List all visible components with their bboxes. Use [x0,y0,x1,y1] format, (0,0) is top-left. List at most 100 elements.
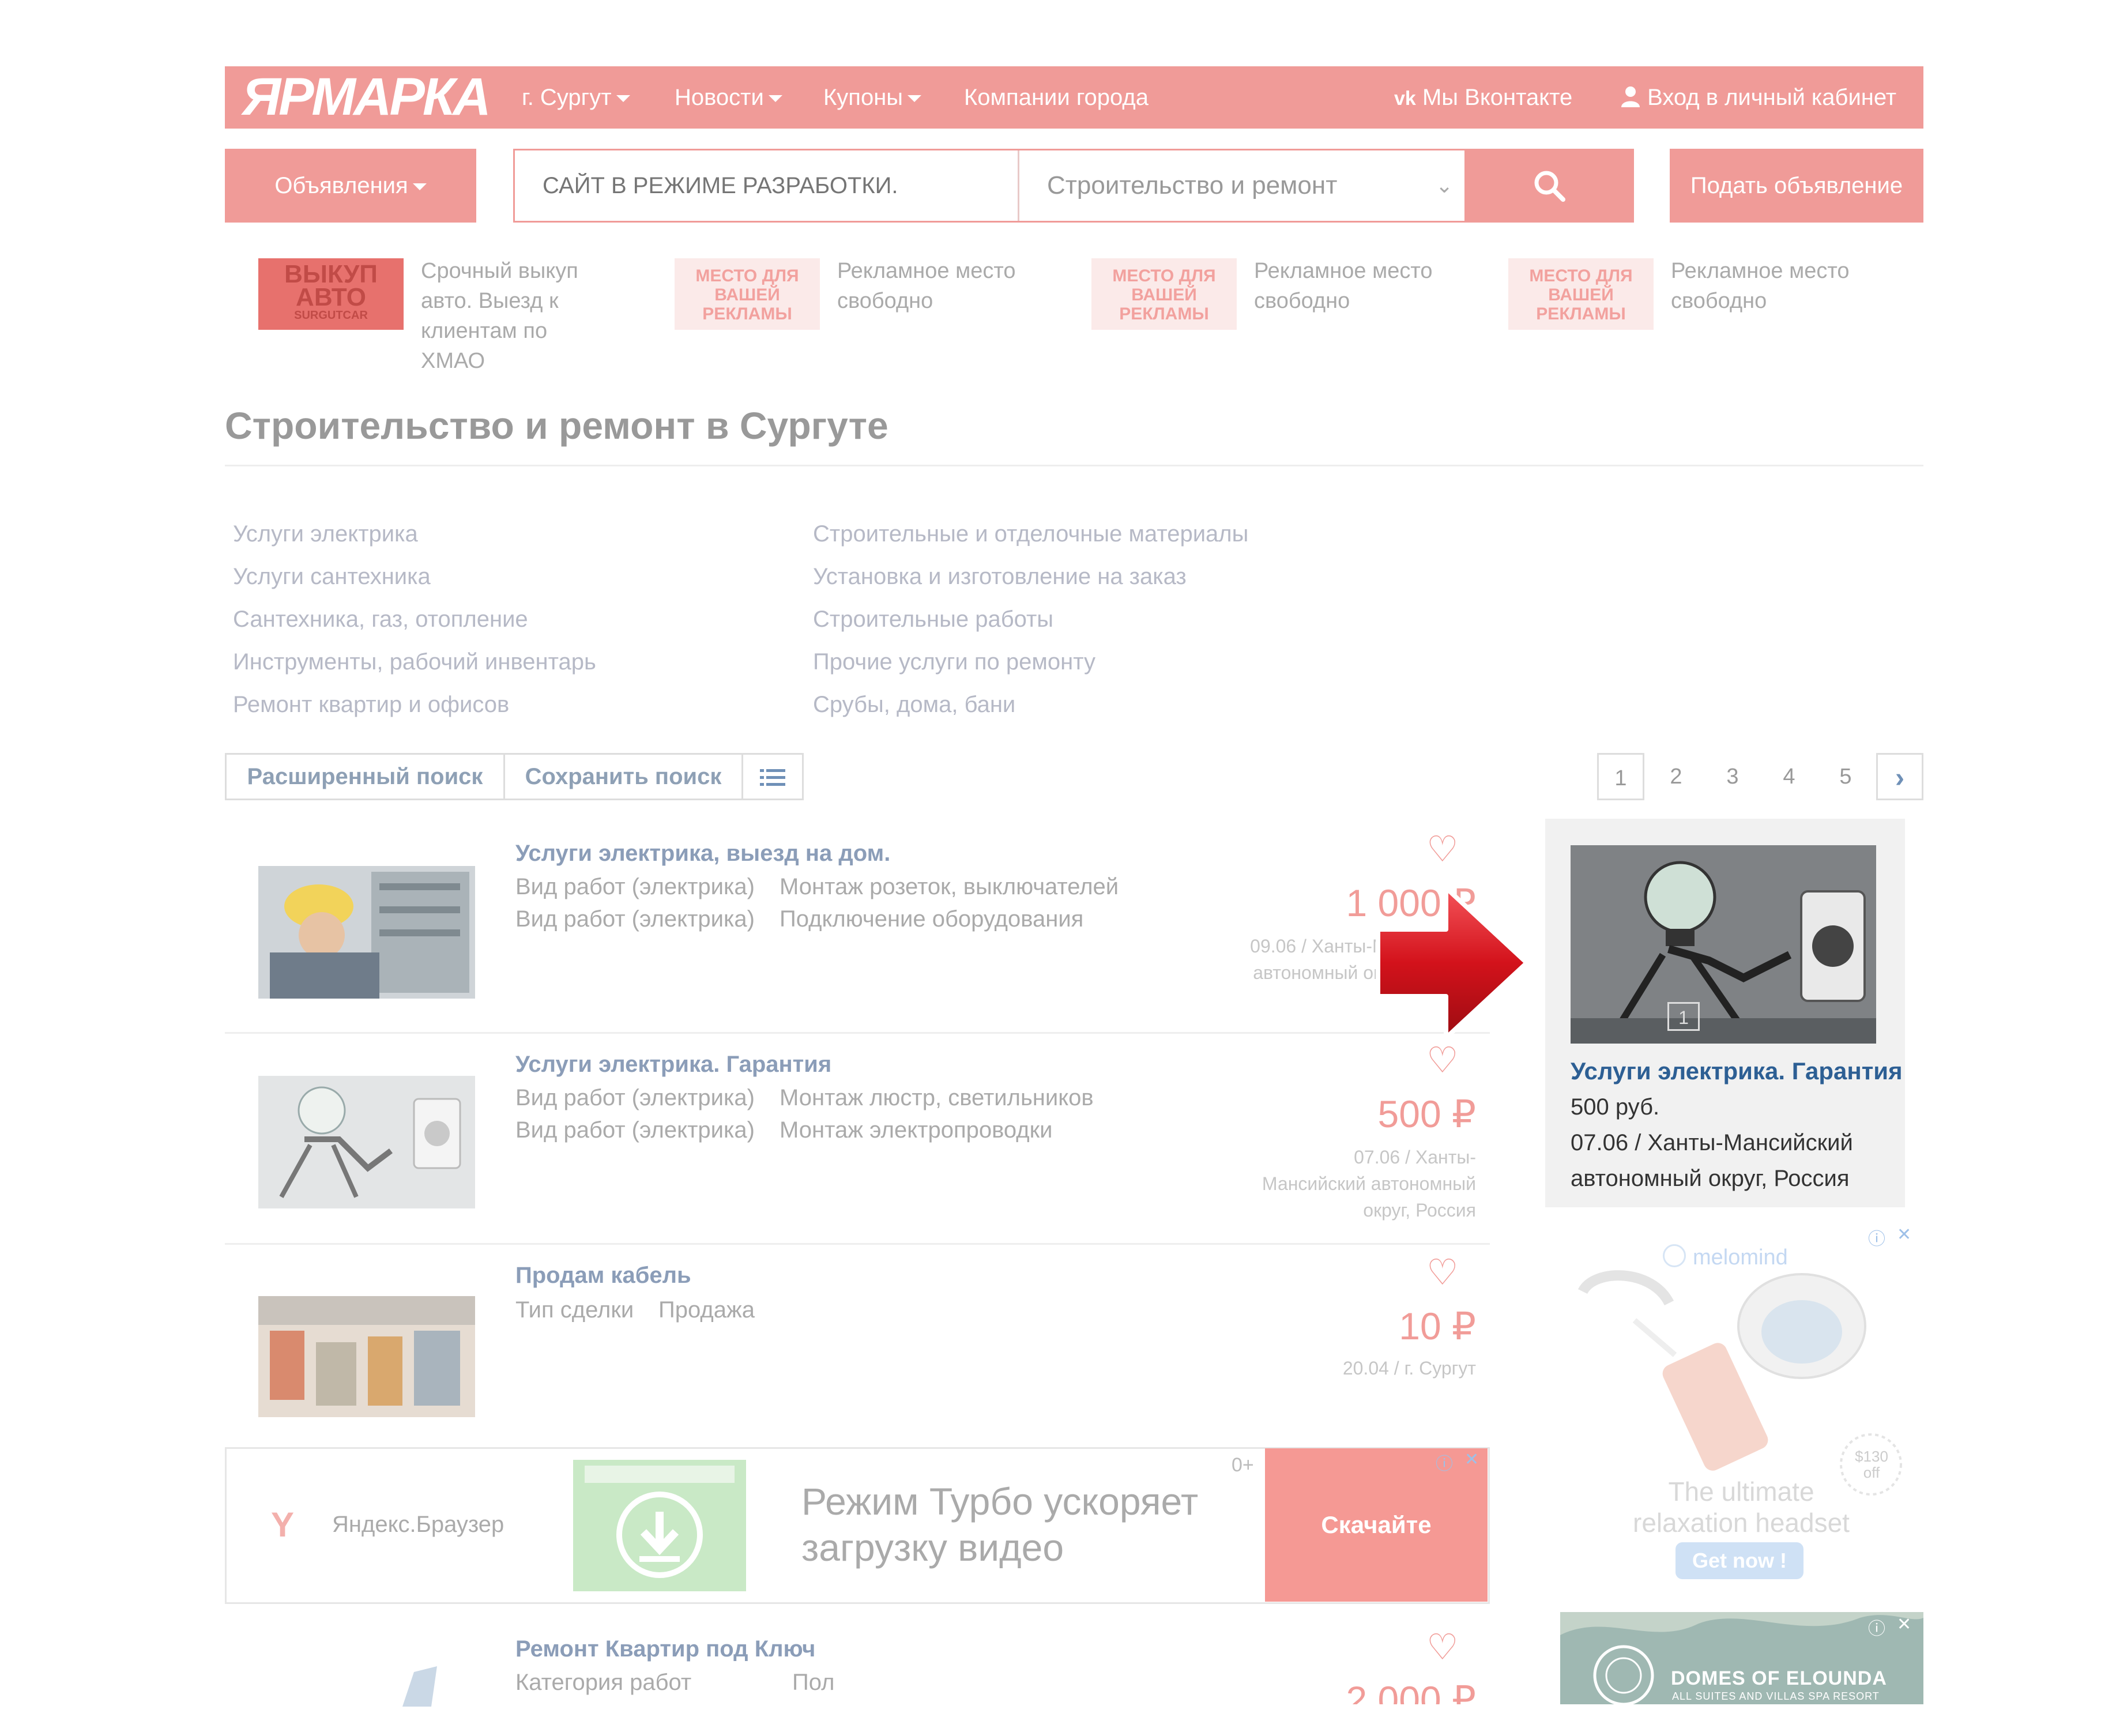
listing-photo[interactable] [258,1076,475,1211]
page-3-button[interactable]: 3 [1709,753,1756,800]
listing-attr-key: Вид работ (электрика) [515,1117,755,1143]
red-arrow-icon [1376,886,1529,1040]
listing-title[interactable]: Услуги электрика. Гарантия [515,1052,831,1078]
listing-attr-value: Монтаж люстр, светильников [780,1085,1094,1110]
ad-close-icon[interactable]: ✕ [1464,1449,1479,1470]
vk-label: Мы Вконтакте [1422,85,1573,110]
search-button[interactable] [1464,149,1634,223]
listing-attr-key: Тип сделки [515,1297,634,1323]
listing-price: 2 000 ₽ [1346,1678,1477,1704]
listing-photo[interactable] [258,866,475,1001]
category-link[interactable]: Ремонт квартир и офисов [233,692,509,718]
ad-close-icon[interactable]: ✕ [1897,1614,1911,1635]
listing-meta-line: Мансийский автономный [1262,1173,1476,1194]
listing-divider [225,1032,1490,1034]
category-select[interactable]: Строительство и ремонт [1021,150,1464,221]
search-divider [1018,150,1019,221]
category-link[interactable]: Срубы, дома, бани [813,692,1015,718]
page-4-button[interactable]: 4 [1765,753,1813,800]
promo-text-4[interactable]: Рекламное место свободно [1671,256,1861,316]
login-label: Вход в личный кабинет [1647,85,1897,110]
listing-divider [225,1243,1490,1245]
category-link[interactable]: Инструменты, рабочий инвентарь [233,649,596,675]
promo-text-2[interactable]: Рекламное место свободно [837,256,1027,316]
yandex-ad-line: загрузку видео [801,1526,1064,1569]
coupons-dropdown[interactable]: Купоны [823,66,922,129]
category-link[interactable]: Сантехника, газ, отопление [233,607,528,632]
yandex-ad-line: Режим Турбо ускоряет [801,1480,1199,1523]
next-page-button[interactable]: › [1876,753,1923,800]
category-link[interactable]: Прочие услуги по ремонту [813,649,1095,675]
listing-price: 500 ₽ [1377,1093,1476,1135]
yandex-download-button[interactable]: Скачайте [1265,1448,1488,1602]
city-dropdown[interactable]: г. Сургут [522,66,630,129]
promo-text-1[interactable]: Срочный выкуп авто. Выезд к клиентам по … [421,256,611,376]
ads-label: Объявления [274,173,408,198]
extended-search-button[interactable]: Расширенный поиск [227,753,503,800]
promo-text-3[interactable]: Рекламное место свободно [1254,256,1444,316]
category-link[interactable]: Услуги электрика [233,521,418,547]
melomind-logo-icon [1663,1244,1686,1267]
yandex-ad-text: Режим Турбо ускоряет загрузку видео [801,1478,1263,1571]
featured-title[interactable]: Услуги электрика. Гарантия [1571,1057,1903,1085]
featured-location: автономный округ, Россия [1571,1166,1850,1191]
favorite-heart-icon[interactable]: ♡ [1426,1626,1459,1668]
ad-info-icon[interactable]: ⓘ [1436,1449,1453,1475]
promo-banner-1[interactable]: ВЫКУП АВТО SURGUTCAR [258,258,404,330]
page-2-button[interactable]: 2 [1652,753,1700,800]
featured-price: 500 руб. [1571,1094,1660,1120]
favorite-heart-icon[interactable]: ♡ [1426,1251,1459,1293]
page-1-button[interactable]: 1 [1597,753,1644,800]
login-link[interactable]: Вход в личный кабинет [1620,66,1896,129]
cable-warehouse-photo [258,1296,475,1417]
news-dropdown[interactable]: Новости [675,66,782,129]
favorite-heart-icon[interactable]: ♡ [1426,1039,1459,1081]
favorite-heart-icon[interactable]: ♡ [1426,828,1459,870]
list-view-button[interactable] [743,753,802,800]
companies-link[interactable]: Компании города [964,66,1149,129]
listing-meta-line: 07.06 / Ханты- [1354,1147,1476,1168]
page-title: Строительство и ремонт в Сургуте [225,404,888,447]
melomind-get-now-button[interactable]: Get now ! [1675,1542,1803,1579]
featured-photo[interactable]: 1 [1571,845,1876,1044]
featured-location: 07.06 / Ханты-Мансийский [1571,1130,1853,1155]
listing-attr-key: Вид работ (электрика) [515,874,755,899]
listing-attr-key: Вид работ (электрика) [515,1085,755,1110]
listing-meta: 20.04 / г. Сургут [1342,1358,1476,1379]
listing-title[interactable]: Продам кабель [515,1263,691,1289]
category-link[interactable]: Услуги сантехника [233,564,431,590]
save-search-button[interactable]: Сохранить поиск [505,753,741,800]
photo-index-badge: 1 [1667,1002,1700,1031]
listing-photo[interactable] [258,1296,475,1420]
list-view-icon [760,769,785,786]
listing-attr-key: Категория работ [515,1670,692,1695]
promo-banner-3[interactable]: МЕСТО ДЛЯ ВАШЕЙ РЕКЛАМЫ [1091,258,1237,330]
promo-banner-4[interactable]: МЕСТО ДЛЯ ВАШЕЙ РЕКЛАМЫ [1508,258,1654,330]
category-link[interactable]: Строительные работы [813,607,1053,632]
caret-down-icon [908,95,922,103]
post-ad-button[interactable]: Подать объявление [1670,149,1923,223]
city-label: г. Сургут [522,85,612,110]
listing-attr-value: Монтаж розеток, выключателей [780,874,1119,899]
promo-banner-2[interactable]: МЕСТО ДЛЯ ВАШЕЙ РЕКЛАМЫ [675,258,820,330]
news-label: Новости [675,85,764,110]
vk-link[interactable]: vk Мы Вконтакте [1394,66,1572,129]
search-input[interactable] [515,150,1016,221]
ad-close-icon[interactable]: ✕ [1897,1225,1911,1245]
category-link[interactable]: Установка и изготовление на заказ [813,564,1187,590]
listing-title[interactable]: Ремонт Квартир под Ключ [515,1636,815,1662]
listing-attr-key: Вид работ (электрика) [515,906,755,932]
chevron-right-icon: › [1895,763,1904,793]
category-link[interactable]: Строительные и отделочные материалы [813,521,1248,547]
page-5-button[interactable]: 5 [1822,753,1869,800]
site-logo[interactable]: ЯРМАРКА [242,68,491,126]
ad-info-icon[interactable]: ⓘ [1868,1225,1885,1250]
listing-photo[interactable] [258,1660,475,1707]
caret-down-icon [768,95,782,103]
coupons-label: Купоны [823,85,903,110]
ads-dropdown-button[interactable]: Объявления [225,149,476,223]
listing-title[interactable]: Услуги электрика, выезд на дом. [515,841,890,867]
ad-info-icon[interactable]: ⓘ [1868,1614,1885,1640]
yandex-ad-brand: Яндекс.Браузер [332,1512,504,1537]
renovation-photo [402,1666,437,1707]
